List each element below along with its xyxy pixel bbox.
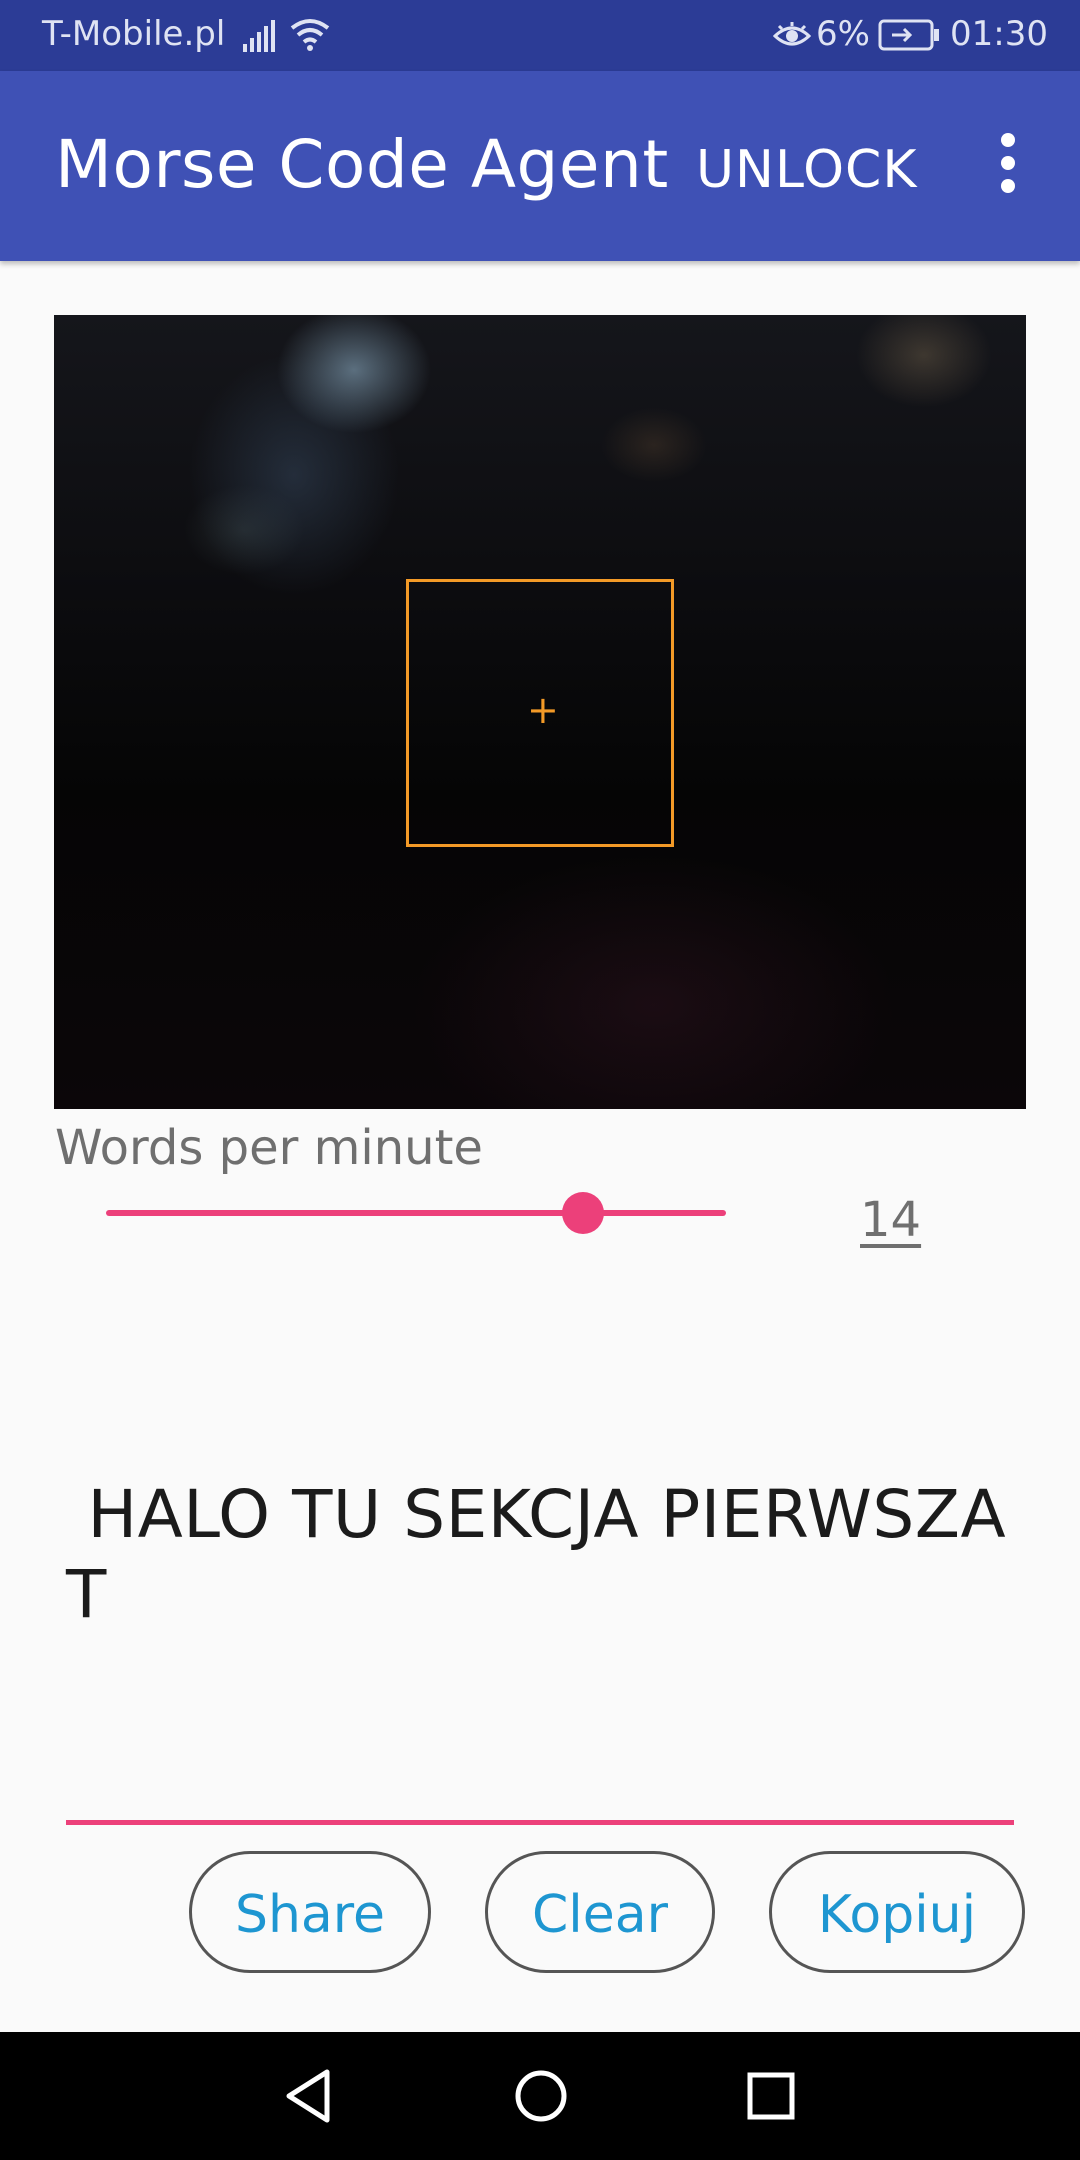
app-title: Morse Code Agent (55, 126, 669, 203)
wpm-slider-thumb[interactable] (562, 1192, 605, 1234)
battery-charging-icon (878, 18, 940, 61)
focus-box: + (406, 579, 674, 847)
nav-back-icon[interactable] (283, 2068, 335, 2128)
eye-comfort-icon (772, 20, 812, 61)
status-bar: T-Mobile.pl 6% 01:30 (0, 0, 1080, 71)
more-vert-icon[interactable] (985, 128, 1031, 208)
nav-home-icon[interactable] (514, 2068, 568, 2128)
clock: 01:30 (950, 14, 1048, 54)
decoded-text-field[interactable]: HALO TU SEKCJA PIERWSZA T (66, 1475, 1016, 1635)
wpm-value[interactable]: 14 (860, 1192, 921, 1248)
wpm-label: Words per minute (55, 1120, 483, 1176)
nav-recent-icon[interactable] (745, 2068, 797, 2128)
focus-crosshair-icon: + (527, 688, 559, 732)
wpm-slider-track[interactable] (106, 1210, 726, 1216)
clear-button[interactable]: Clear (485, 1851, 715, 1973)
wpm-slider[interactable] (106, 1190, 726, 1236)
app-bar: Morse Code Agent UNLOCK (0, 71, 1080, 261)
navigation-bar (0, 2032, 1080, 2160)
camera-preview[interactable]: + (54, 315, 1026, 1109)
battery-percent: 6% (816, 14, 870, 54)
share-button[interactable]: Share (189, 1851, 431, 1973)
text-field-underline (66, 1820, 1014, 1825)
unlock-button[interactable]: UNLOCK (680, 125, 933, 215)
signal-bars-icon (243, 18, 279, 61)
wifi-icon (289, 16, 331, 63)
carrier-name: T-Mobile.pl (42, 14, 226, 54)
copy-button[interactable]: Kopiuj (769, 1851, 1025, 1973)
